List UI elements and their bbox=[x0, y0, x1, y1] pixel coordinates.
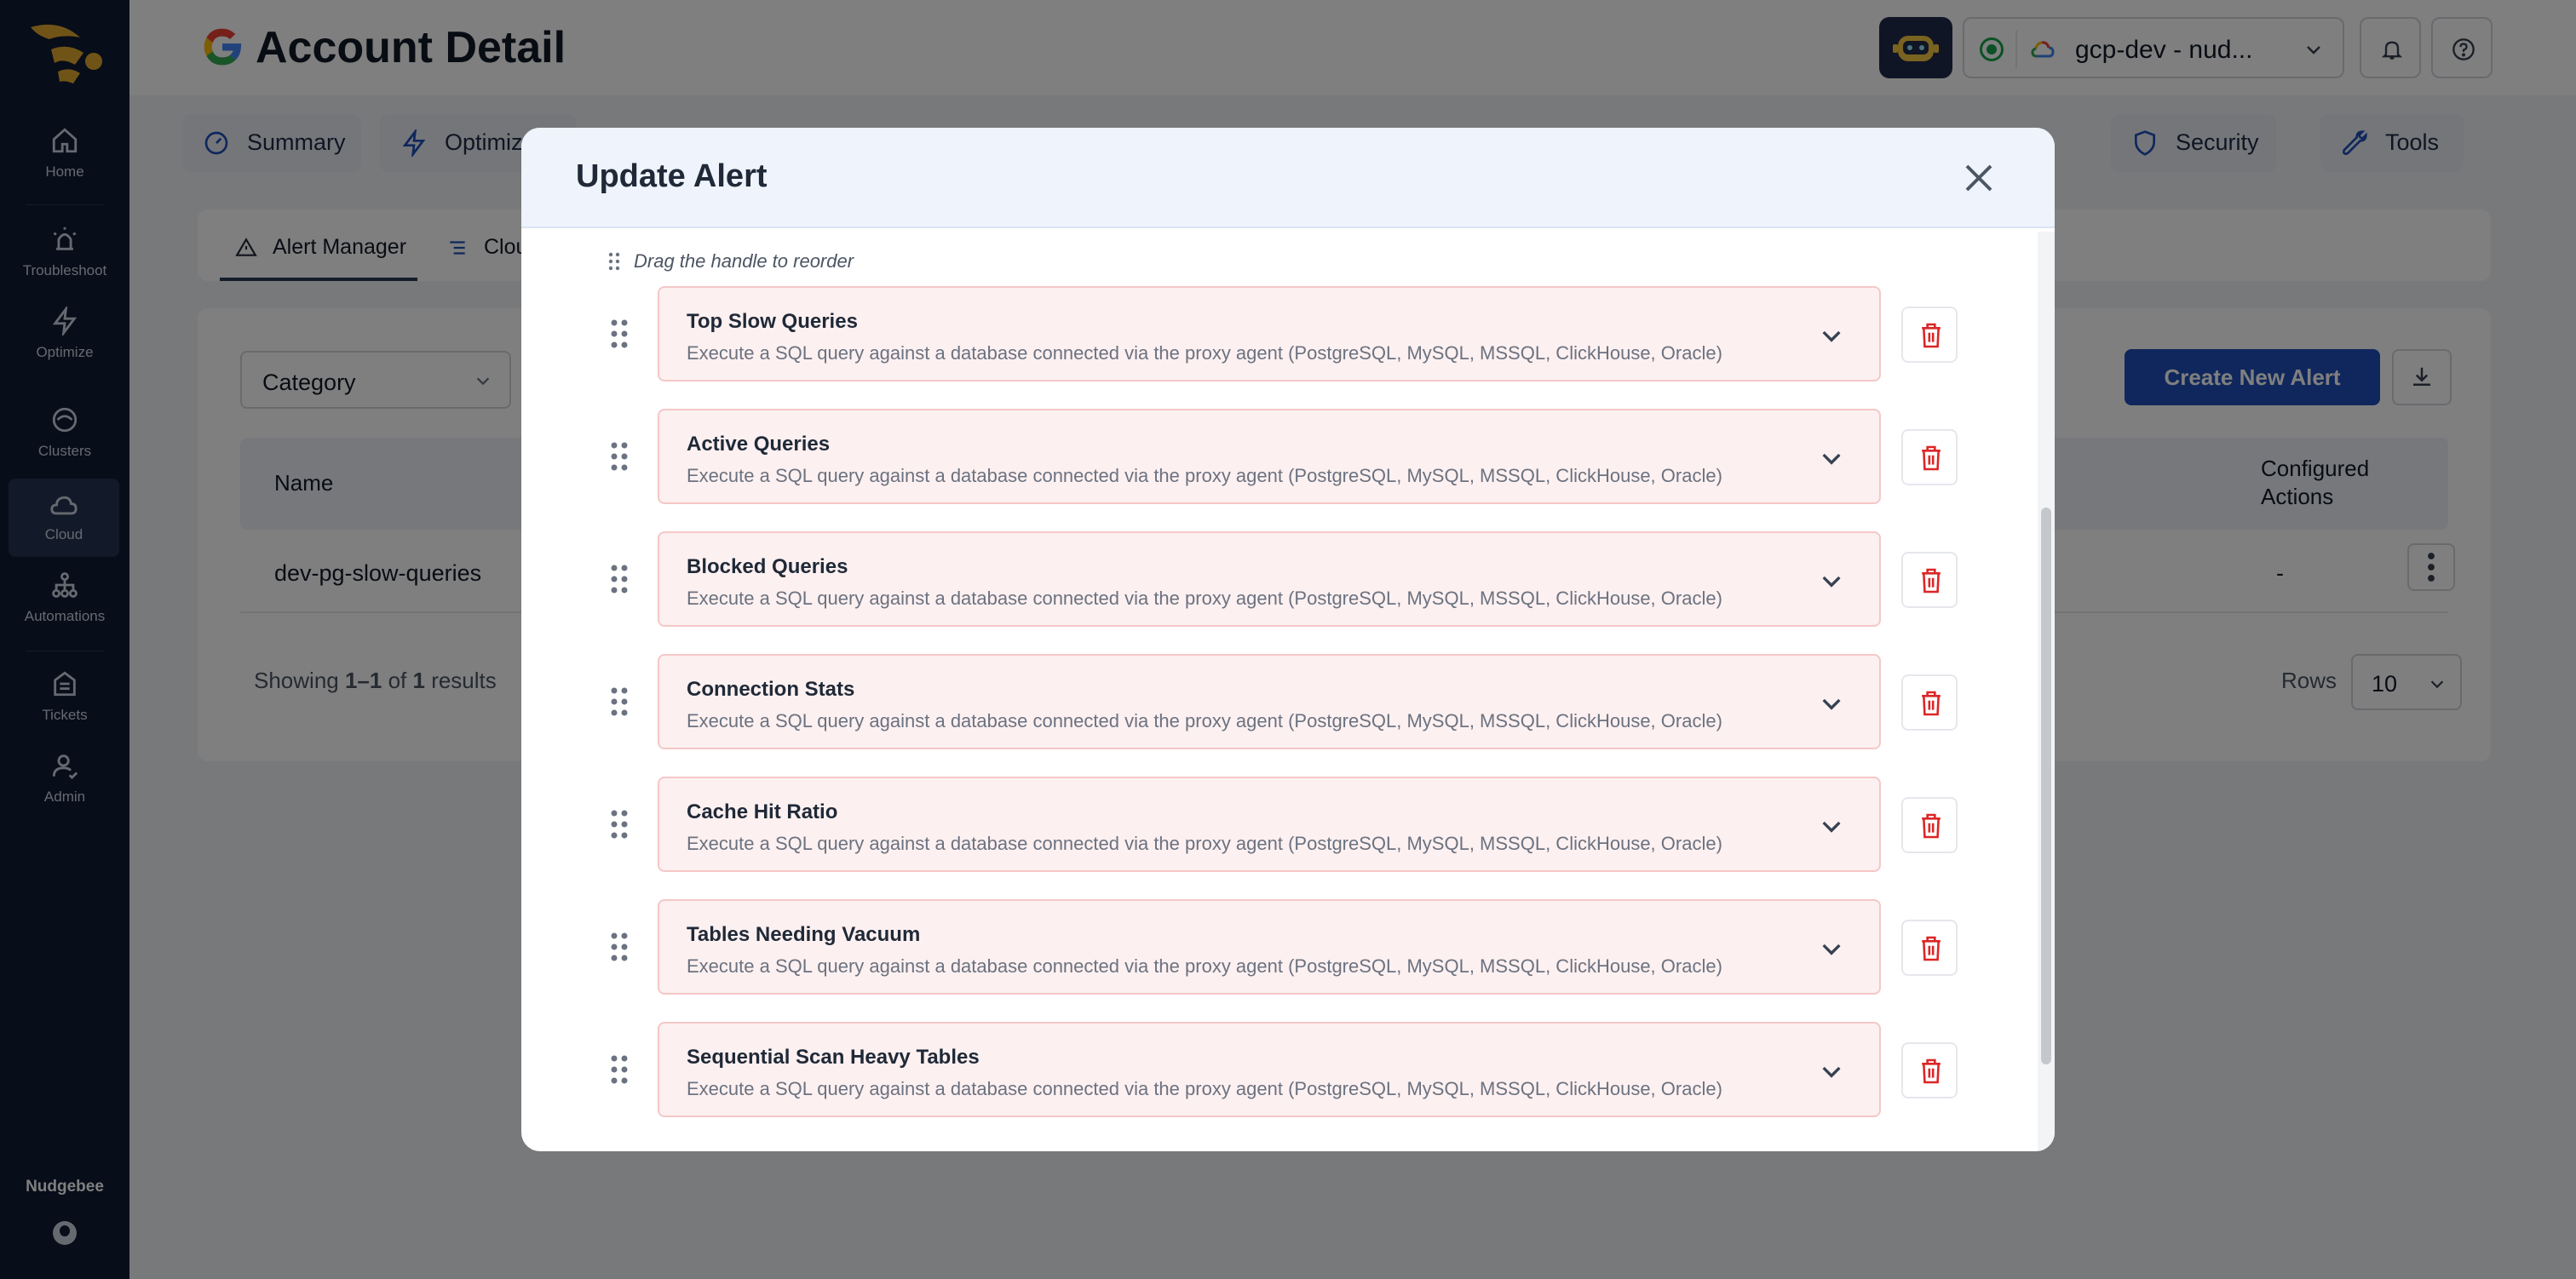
alert-row: Tables Needing Vacuum Execute a SQL query… bbox=[521, 899, 2055, 995]
alert-title: Tables Needing Vacuum bbox=[687, 923, 921, 946]
alert-card[interactable]: Cache Hit Ratio Execute a SQL query again… bbox=[658, 777, 1881, 872]
alert-card[interactable]: Active Queries Execute a SQL query agains… bbox=[658, 409, 1881, 504]
alert-card[interactable]: Sequential Scan Heavy Tables Execute a SQ… bbox=[658, 1022, 1881, 1117]
delete-alert-button[interactable] bbox=[1901, 307, 1958, 363]
alert-card[interactable]: Blocked Queries Execute a SQL query again… bbox=[658, 531, 1881, 627]
alert-card[interactable]: Top Slow Queries Execute a SQL query agai… bbox=[658, 286, 1881, 381]
alert-description: Execute a SQL query against a database c… bbox=[687, 465, 1722, 486]
delete-alert-button[interactable] bbox=[1901, 1042, 1958, 1098]
alert-description: Execute a SQL query against a database c… bbox=[687, 1078, 1722, 1099]
update-alert-modal: Update Alert Drag the handle to reorder … bbox=[521, 128, 2055, 1151]
chevron-down-icon[interactable] bbox=[1818, 444, 1845, 472]
drag-handle-icon[interactable] bbox=[610, 686, 629, 717]
alert-title: Blocked Queries bbox=[687, 555, 848, 578]
modal-scrollbar-thumb[interactable] bbox=[2041, 508, 2051, 1064]
drag-handle-icon[interactable] bbox=[610, 1054, 629, 1085]
alert-title: Active Queries bbox=[687, 433, 831, 456]
trash-icon bbox=[1922, 813, 1941, 839]
delete-alert-button[interactable] bbox=[1901, 920, 1958, 976]
drag-handle-icon[interactable] bbox=[610, 932, 629, 962]
alert-row: Top Slow Queries Execute a SQL query agai… bbox=[521, 286, 2055, 381]
drag-handle-icon[interactable] bbox=[610, 318, 629, 349]
delete-alert-button[interactable] bbox=[1901, 797, 1958, 853]
chevron-down-icon[interactable] bbox=[1818, 690, 1845, 717]
modal-header: Update Alert bbox=[521, 128, 2055, 228]
alert-row: Cache Hit Ratio Execute a SQL query again… bbox=[521, 777, 2055, 872]
trash-icon bbox=[1922, 568, 1941, 594]
drag-handle-icon[interactable] bbox=[610, 564, 629, 594]
drag-handle-icon bbox=[608, 252, 620, 271]
chevron-down-icon[interactable] bbox=[1818, 567, 1845, 594]
trash-icon bbox=[1922, 936, 1941, 961]
trash-icon bbox=[1922, 1058, 1941, 1084]
alert-row: Active Queries Execute a SQL query agains… bbox=[521, 409, 2055, 504]
alert-row: Sequential Scan Heavy Tables Execute a SQ… bbox=[521, 1022, 2055, 1117]
chevron-down-icon[interactable] bbox=[1818, 1058, 1845, 1085]
drag-handle-icon[interactable] bbox=[610, 809, 629, 840]
alert-title: Top Slow Queries bbox=[687, 310, 858, 333]
reorder-hint: Drag the handle to reorder bbox=[634, 250, 854, 272]
drag-handle-icon[interactable] bbox=[610, 441, 629, 472]
alert-card[interactable]: Connection Stats Execute a SQL query agai… bbox=[658, 654, 1881, 749]
alert-description: Execute a SQL query against a database c… bbox=[687, 833, 1722, 854]
alert-row: Blocked Queries Execute a SQL query again… bbox=[521, 531, 2055, 627]
alert-description: Execute a SQL query against a database c… bbox=[687, 342, 1722, 364]
alert-title: Cache Hit Ratio bbox=[687, 800, 838, 823]
delete-alert-button[interactable] bbox=[1901, 552, 1958, 608]
delete-alert-button[interactable] bbox=[1901, 674, 1958, 731]
alert-description: Execute a SQL query against a database c… bbox=[687, 588, 1722, 609]
trash-icon bbox=[1922, 323, 1941, 348]
modal-title: Update Alert bbox=[576, 158, 768, 194]
alert-title: Sequential Scan Heavy Tables bbox=[687, 1046, 980, 1069]
close-icon[interactable] bbox=[1961, 160, 1997, 196]
delete-alert-button[interactable] bbox=[1901, 429, 1958, 485]
alert-description: Execute a SQL query against a database c… bbox=[687, 710, 1722, 731]
chevron-down-icon[interactable] bbox=[1818, 322, 1845, 349]
chevron-down-icon[interactable] bbox=[1818, 812, 1845, 840]
trash-icon bbox=[1922, 445, 1941, 471]
alert-row: Connection Stats Execute a SQL query agai… bbox=[521, 654, 2055, 749]
alert-title: Connection Stats bbox=[687, 678, 855, 701]
alert-card[interactable]: Tables Needing Vacuum Execute a SQL query… bbox=[658, 899, 1881, 995]
chevron-down-icon[interactable] bbox=[1818, 935, 1845, 962]
alert-description: Execute a SQL query against a database c… bbox=[687, 955, 1722, 977]
trash-icon bbox=[1922, 691, 1941, 716]
